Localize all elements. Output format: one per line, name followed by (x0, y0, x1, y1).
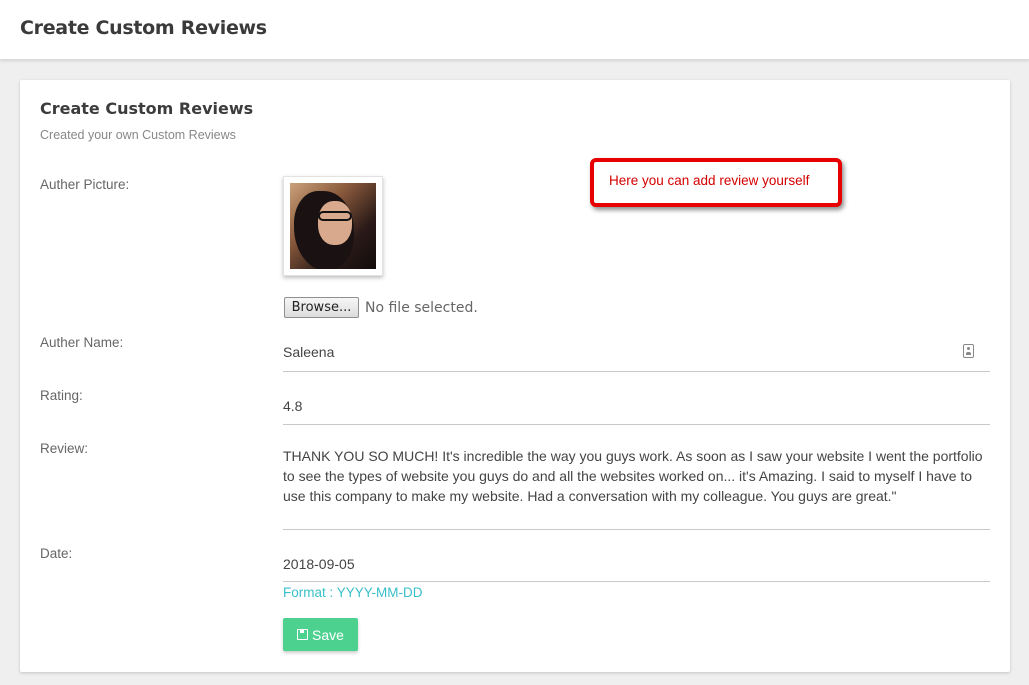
annotation-callout: Here you can add review yourself (590, 158, 842, 207)
author-name-value: Saleena (283, 344, 335, 360)
save-button-label: Save (312, 626, 344, 643)
author-name-input[interactable]: Saleena (283, 334, 990, 372)
top-bar: Create Custom Reviews (0, 0, 1029, 60)
author-picture-preview (283, 176, 383, 276)
browse-button[interactable]: Browse... (284, 297, 359, 318)
author-picture-label: Auther Picture: (40, 177, 130, 192)
date-input[interactable]: 2018-09-05 (283, 546, 990, 582)
review-textarea[interactable]: THANK YOU SO MUCH! It's incredible the w… (283, 446, 990, 530)
date-value: 2018-09-05 (283, 556, 355, 572)
file-status-text: No file selected. (365, 300, 478, 316)
date-format-hint: Format : YYYY-MM-DD (283, 585, 423, 600)
author-photo (290, 183, 376, 269)
contact-card-icon[interactable] (963, 344, 974, 358)
floppy-disk-icon (297, 629, 309, 640)
review-label: Review: (40, 441, 89, 456)
card-subtitle: Created your own Custom Reviews (40, 128, 236, 142)
review-value: THANK YOU SO MUCH! It's incredible the w… (283, 448, 983, 504)
annotation-text: Here you can add review yourself (609, 173, 810, 188)
card-title: Create Custom Reviews (40, 99, 254, 118)
page-title: Create Custom Reviews (20, 17, 267, 39)
date-label: Date: (40, 546, 73, 561)
author-name-label: Auther Name: (40, 335, 124, 350)
rating-label: Rating: (40, 388, 83, 403)
rating-input[interactable]: 4.8 (283, 387, 990, 425)
save-button[interactable]: Save (283, 618, 358, 651)
rating-value: 4.8 (283, 398, 303, 414)
review-form-card: Create Custom Reviews Created your own C… (20, 80, 1010, 672)
